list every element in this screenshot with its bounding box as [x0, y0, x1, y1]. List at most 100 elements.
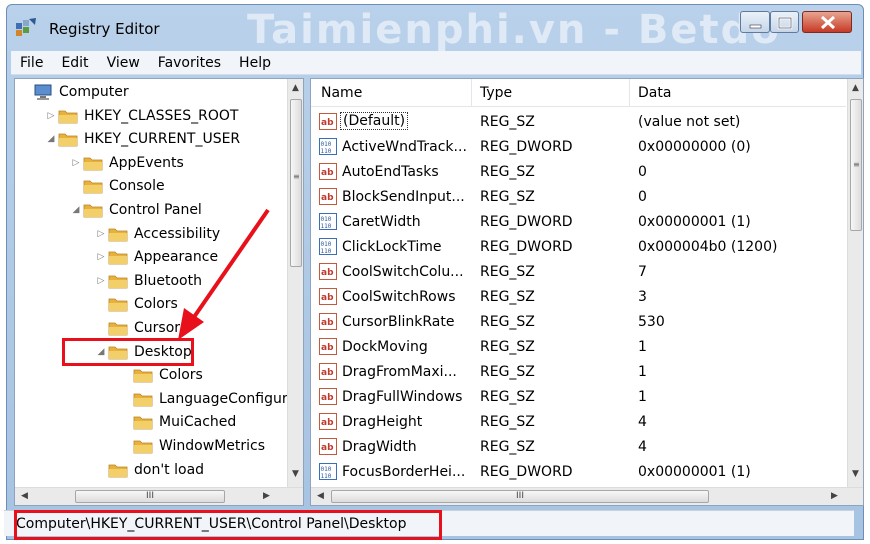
value-row[interactable]: ab CoolSwitchColu... REG_SZ 7 [311, 260, 846, 285]
value-row[interactable]: ab (Default) REG_SZ (value not set) [311, 110, 846, 135]
value-data: 4 [638, 439, 647, 455]
scroll-down-icon[interactable]: ▼ [852, 469, 859, 479]
svg-text:ab: ab [321, 168, 334, 178]
tree-item-label: Console [109, 178, 165, 195]
list-vertical-scrollbar[interactable]: ▲ ≡ ▼ [847, 79, 863, 487]
value-row[interactable]: 010 110 FocusBorderHei... REG_DWORD 0x000000… [311, 460, 846, 485]
tree-item[interactable]: ▷ HKEY_CLASSES_ROOT [44, 105, 239, 127]
value-name: BlockSendInput... [342, 189, 465, 205]
tree-item-label: don't load [134, 461, 205, 478]
list-horizontal-scrollbar[interactable]: ◀ III ▶ [311, 487, 863, 505]
column-divider[interactable] [629, 79, 630, 107]
scroll-up-icon[interactable]: ▲ [852, 83, 859, 93]
tree-vscroll-thumb[interactable]: ≡ [290, 99, 302, 267]
tree-item-label: MuiCached [159, 414, 237, 431]
tree-item[interactable]: ▷ Appearance [94, 246, 219, 268]
tree-item[interactable]: Colors [119, 364, 203, 386]
value-type: REG_SZ [480, 314, 535, 330]
expand-toggle-icon[interactable]: ▷ [94, 229, 108, 239]
menu-help[interactable]: Help [230, 55, 280, 71]
value-name: DragWidth [342, 439, 417, 455]
close-button[interactable] [802, 11, 852, 33]
folder-icon [83, 157, 103, 171]
menu-edit[interactable]: Edit [52, 55, 97, 71]
tree-item[interactable]: ▷ Bluetooth [94, 270, 202, 292]
column-divider[interactable] [471, 79, 472, 107]
tree-item[interactable]: Colors [94, 293, 178, 315]
value-data: 7 [638, 264, 647, 280]
column-data[interactable]: Data [638, 85, 671, 101]
tree-item[interactable]: ◢ HKEY_CURRENT_USER [44, 128, 241, 150]
tree-item[interactable]: MuiCached [119, 411, 236, 433]
maximize-button[interactable] [770, 11, 799, 33]
value-name: CursorBlinkRate [342, 314, 455, 330]
value-row[interactable]: ab BlockSendInput... REG_SZ 0 [311, 185, 846, 210]
svg-text:010: 010 [321, 216, 332, 223]
value-row[interactable]: ab DockMoving REG_SZ 1 [311, 335, 846, 360]
scroll-down-icon[interactable]: ▼ [292, 469, 299, 479]
value-row[interactable]: ab CursorBlinkRate REG_SZ 530 [311, 310, 846, 335]
tree-hscroll-thumb[interactable]: III [75, 490, 225, 503]
tree-item[interactable]: ▷ AppEvents [69, 152, 184, 174]
value-type: REG_SZ [480, 289, 535, 305]
tree-horizontal-scrollbar[interactable]: ◀ III ▶ [15, 487, 303, 505]
value-type: REG_DWORD [480, 464, 573, 480]
menu-file[interactable]: File [11, 55, 52, 71]
scroll-left-icon[interactable]: ◀ [21, 491, 28, 501]
value-name: DragFromMaxi... [342, 364, 457, 380]
scroll-right-icon[interactable]: ▶ [831, 491, 838, 501]
list-hscroll-thumb[interactable]: III [331, 490, 709, 503]
menu-view[interactable]: View [98, 55, 149, 71]
tree-item[interactable]: don't load [94, 459, 204, 481]
list-vscroll-thumb[interactable]: ≡ [850, 99, 862, 231]
value-data: 0x000004b0 (1200) [638, 239, 778, 255]
maximize-icon [777, 16, 793, 30]
value-name: CoolSwitchRows [342, 289, 456, 305]
tree-item[interactable]: ◢ Control Panel [69, 199, 202, 221]
value-row[interactable]: ab DragWidth REG_SZ 4 [311, 435, 846, 460]
value-row[interactable]: ab AutoEndTasks REG_SZ 0 [311, 160, 846, 185]
title-bar[interactable]: Registry Editor Taimienphi.vn - Betdo [7, 5, 863, 53]
minimize-icon [749, 24, 762, 29]
tree-item[interactable]: LanguageConfigura [119, 388, 296, 410]
tree-vertical-scrollbar[interactable]: ▲ ≡ ▼ [287, 79, 303, 487]
folder-icon [108, 275, 128, 289]
desktop-highlight-box [62, 338, 194, 366]
values-list-pane[interactable]: Name Type Data ab (Default) REG_SZ (value n… [310, 78, 864, 506]
value-row[interactable]: 010 110 CaretWidth REG_DWORD 0x00000001 (1) [311, 210, 846, 235]
string-value-icon: ab [319, 338, 337, 355]
tree-item[interactable]: ▷ Accessibility [94, 223, 221, 245]
minimize-button[interactable] [740, 11, 770, 33]
registry-editor-icon [16, 18, 36, 36]
menu-favorites[interactable]: Favorites [149, 55, 230, 71]
value-row[interactable]: 010 110 ActiveWndTrack... REG_DWORD 0x000000… [311, 135, 846, 160]
svg-text:110: 110 [321, 248, 332, 255]
scroll-right-icon[interactable]: ▶ [263, 491, 270, 501]
column-name[interactable]: Name [321, 85, 362, 101]
expand-toggle-icon[interactable]: ◢ [69, 205, 83, 215]
expand-toggle-icon[interactable]: ▷ [94, 276, 108, 286]
key-tree-pane[interactable]: Computer ▷ HKEY_CLASSES_ROOT ◢ HKEY_CURRENT_… [14, 78, 304, 506]
tree-item[interactable]: WindowMetrics [119, 435, 265, 457]
binary-value-icon: 010110 [319, 213, 337, 230]
value-row[interactable]: 010 110 ClickLockTime REG_DWORD 0x000004b0 (… [311, 235, 846, 260]
value-row[interactable]: ab DragFromMaxi... REG_SZ 1 [311, 360, 846, 385]
value-row[interactable]: ab DragFullWindows REG_SZ 1 [311, 385, 846, 410]
string-value-icon: ab [319, 263, 337, 280]
tree-item[interactable]: Computer [19, 81, 129, 103]
tree-item[interactable]: Cursors [94, 317, 187, 339]
binary-value-icon: 010110 [319, 238, 337, 255]
expand-toggle-icon[interactable]: ▷ [94, 252, 108, 262]
folder-icon [108, 251, 128, 265]
expand-toggle-icon[interactable]: ◢ [44, 134, 58, 144]
scroll-up-icon[interactable]: ▲ [292, 83, 299, 93]
scroll-left-icon[interactable]: ◀ [317, 491, 324, 501]
tree-item[interactable]: Console [69, 175, 165, 197]
column-type[interactable]: Type [480, 85, 512, 101]
folder-icon [108, 228, 128, 241]
expand-toggle-icon[interactable]: ▷ [44, 111, 58, 121]
svg-text:110: 110 [321, 473, 332, 480]
value-row[interactable]: ab CoolSwitchRows REG_SZ 3 [311, 285, 846, 310]
expand-toggle-icon[interactable]: ▷ [69, 158, 83, 168]
value-row[interactable]: ab DragHeight REG_SZ 4 [311, 410, 846, 435]
